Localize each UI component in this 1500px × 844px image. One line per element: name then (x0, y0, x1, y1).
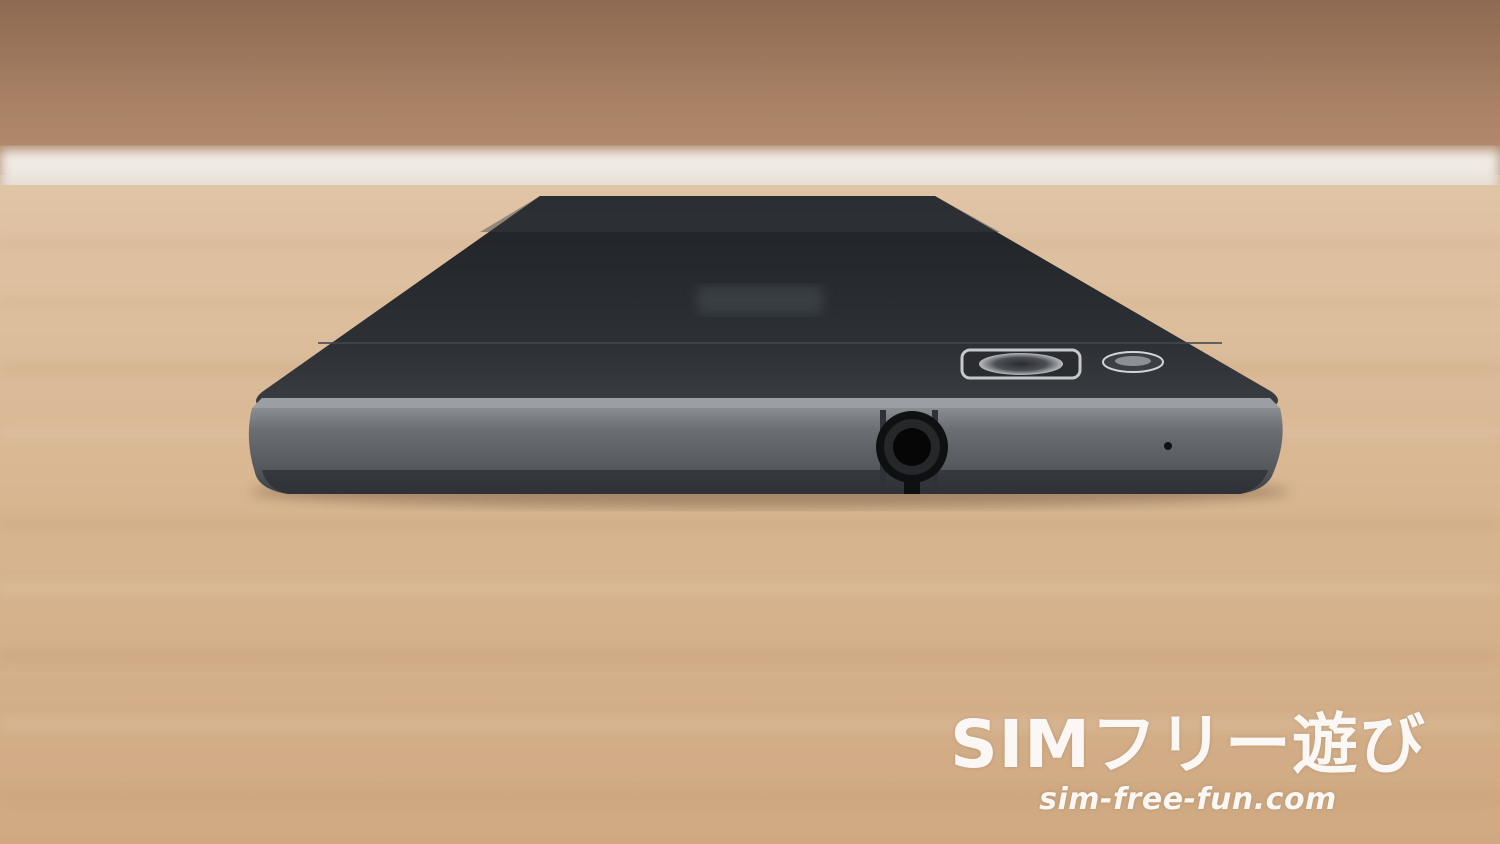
jack-notch (904, 478, 920, 494)
watermark-url: sim-free-fun.com (1039, 782, 1337, 817)
rim-highlight (252, 398, 1280, 408)
wall (0, 0, 1500, 175)
watermark-title: SIMフリー遊び (950, 706, 1426, 783)
frame-bottom-shade (262, 470, 1268, 494)
photo-scene: SIMフリー遊び sim-free-fun.com (0, 0, 1500, 844)
fingerprint-sensor (697, 286, 823, 314)
flash-highlight (1115, 356, 1151, 366)
watermark: SIMフリー遊び sim-free-fun.com (928, 708, 1448, 818)
camera-lens (979, 353, 1063, 375)
headphone-jack-hole (893, 428, 931, 466)
microphone-hole (1164, 442, 1172, 450)
back-reflection (480, 196, 1000, 232)
